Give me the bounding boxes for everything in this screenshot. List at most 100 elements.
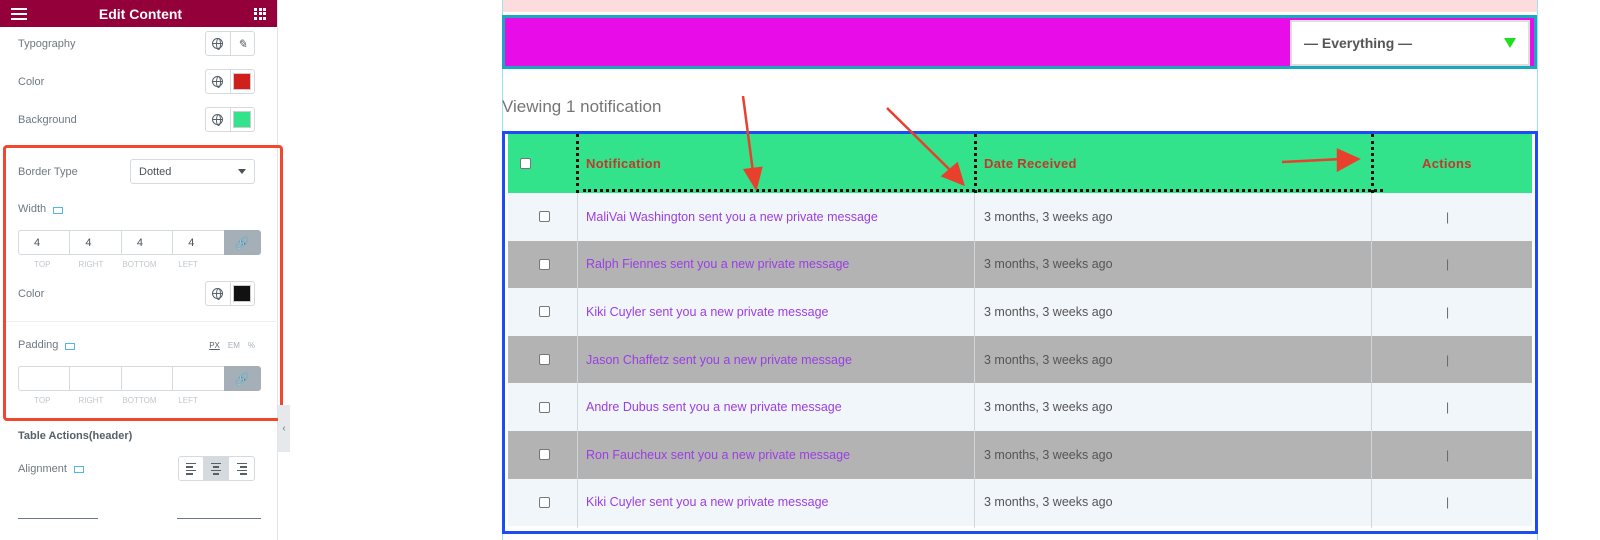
- select-all-cell: [520, 134, 531, 193]
- notification-link[interactable]: Ralph Fiennes sent you a new private mes…: [586, 257, 849, 271]
- color-controls: [205, 69, 255, 94]
- alignment-label-wrap: Alignment: [18, 463, 84, 475]
- table-body: MaliVai Washington sent you a new privat…: [508, 193, 1532, 527]
- align-right-button[interactable]: [229, 457, 254, 480]
- row-checkbox-cell: [508, 401, 580, 413]
- row-actions: |: [1446, 495, 1450, 510]
- table-row: Ralph Fiennes sent you a new private mes…: [508, 240, 1532, 289]
- date-received: 3 months, 3 weeks ago: [984, 304, 1113, 319]
- column-divider: [1371, 193, 1372, 528]
- row-checkbox[interactable]: [538, 211, 550, 223]
- column-divider: [577, 193, 578, 528]
- table-row: Jason Chaffetz sent you a new private me…: [508, 335, 1532, 384]
- panel-title: Edit Content: [98, 5, 183, 22]
- filter-select[interactable]: — Everything —: [1290, 20, 1530, 66]
- row-checkbox[interactable]: [538, 449, 550, 461]
- row-checkbox-cell: [508, 449, 580, 461]
- background-picker[interactable]: [231, 108, 255, 131]
- table-row: MaliVai Washington sent you a new privat…: [508, 193, 1532, 241]
- color-row: Color: [18, 69, 255, 94]
- date-received: 3 months, 3 weeks ago: [984, 495, 1113, 510]
- table-row: Ron Faucheux sent you a new private mess…: [508, 430, 1532, 479]
- row-checkbox[interactable]: [538, 306, 550, 318]
- column-actions: Actions: [1422, 156, 1472, 171]
- column-date-received[interactable]: Date Received: [984, 134, 1077, 193]
- row-actions: |: [1446, 352, 1450, 367]
- menu-icon[interactable]: [11, 7, 27, 20]
- alignment-label: Alignment: [18, 462, 67, 475]
- top-strip: [502, 0, 1537, 12]
- row-checkbox[interactable]: [538, 401, 550, 413]
- notification-link[interactable]: Andre Dubus sent you a new private messa…: [586, 400, 842, 414]
- notification-link[interactable]: MaliVai Washington sent you a new privat…: [586, 210, 878, 224]
- row-actions: |: [1446, 209, 1450, 224]
- date-received: 3 months, 3 weeks ago: [984, 209, 1113, 224]
- date-received: 3 months, 3 weeks ago: [984, 447, 1113, 462]
- global-typography-button[interactable]: [206, 32, 231, 55]
- alignment-choices: [178, 456, 255, 481]
- field-underline: [177, 518, 261, 519]
- widgets-grid-icon[interactable]: [254, 7, 266, 20]
- filter-select-value: — Everything —: [1304, 35, 1413, 51]
- typography-controls: ✎: [205, 31, 255, 56]
- dotted-border: [576, 134, 579, 193]
- row-actions: |: [1446, 304, 1450, 319]
- desktop-icon[interactable]: [73, 466, 84, 473]
- typography-row: Typography ✎: [18, 31, 255, 56]
- globe-icon: [212, 38, 224, 50]
- row-checkbox-cell: [508, 211, 580, 223]
- field-underline: [18, 518, 98, 519]
- align-right-icon: [236, 462, 247, 475]
- panel-header: Edit Content: [0, 0, 277, 27]
- notification-link[interactable]: Kiki Cuyler sent you a new private messa…: [586, 495, 828, 509]
- color-label: Color: [18, 75, 45, 88]
- background-label: Background: [18, 113, 77, 126]
- row-actions: |: [1446, 447, 1450, 462]
- notifications-table: Notification Date Received Actions MaliV…: [502, 131, 1538, 534]
- preview-area: — Everything — Viewing 1 notification No…: [280, 0, 1600, 540]
- row-checkbox[interactable]: [538, 496, 550, 508]
- color-swatch: [233, 73, 252, 90]
- editor-panel: Edit Content Typography ✎ Color Backgrou…: [0, 0, 283, 540]
- column-notification[interactable]: Notification: [586, 134, 661, 193]
- global-background-button[interactable]: [206, 108, 231, 131]
- align-left-button[interactable]: [179, 457, 204, 480]
- dotted-border: [583, 189, 1383, 192]
- notification-link[interactable]: Kiki Cuyler sent you a new private messa…: [586, 305, 828, 319]
- pencil-icon: ✎: [237, 36, 248, 51]
- viewing-count-text: Viewing 1 notification: [502, 97, 662, 116]
- dotted-border: [974, 134, 977, 193]
- triangle-down-icon: [1504, 38, 1516, 48]
- table-row: Kiki Cuyler sent you a new private messa…: [508, 478, 1532, 527]
- column-divider: [974, 193, 975, 528]
- select-all-checkbox[interactable]: [520, 158, 531, 169]
- background-controls: [205, 107, 255, 132]
- globe-icon: [212, 76, 224, 88]
- globe-icon: [212, 114, 224, 126]
- typography-label: Typography: [18, 37, 76, 50]
- row-actions: |: [1446, 400, 1450, 415]
- edit-typography-button[interactable]: ✎: [231, 32, 255, 55]
- row-actions: |: [1446, 257, 1450, 272]
- global-color-button[interactable]: [206, 70, 231, 93]
- color-picker[interactable]: [231, 70, 255, 93]
- alignment-row: Alignment: [18, 456, 255, 481]
- row-checkbox-cell: [508, 258, 580, 270]
- align-center-button[interactable]: [204, 457, 229, 480]
- row-checkbox-cell: [508, 496, 580, 508]
- section-title: Table Actions(header): [18, 430, 133, 442]
- dotted-border: [1371, 134, 1374, 193]
- notification-link[interactable]: Ron Faucheux sent you a new private mess…: [586, 448, 850, 462]
- highlight-annotation-box: [3, 145, 283, 421]
- background-swatch: [233, 111, 252, 128]
- background-row: Background: [18, 107, 255, 132]
- date-received: 3 months, 3 weeks ago: [984, 352, 1113, 367]
- row-checkbox-cell: [508, 354, 580, 366]
- row-checkbox-cell: [508, 306, 580, 318]
- row-checkbox[interactable]: [538, 258, 550, 270]
- filter-bar: — Everything —: [502, 15, 1537, 69]
- notification-link[interactable]: Jason Chaffetz sent you a new private me…: [586, 353, 852, 367]
- row-checkbox[interactable]: [538, 354, 550, 366]
- align-center-icon: [211, 462, 221, 475]
- align-left-icon: [186, 462, 196, 475]
